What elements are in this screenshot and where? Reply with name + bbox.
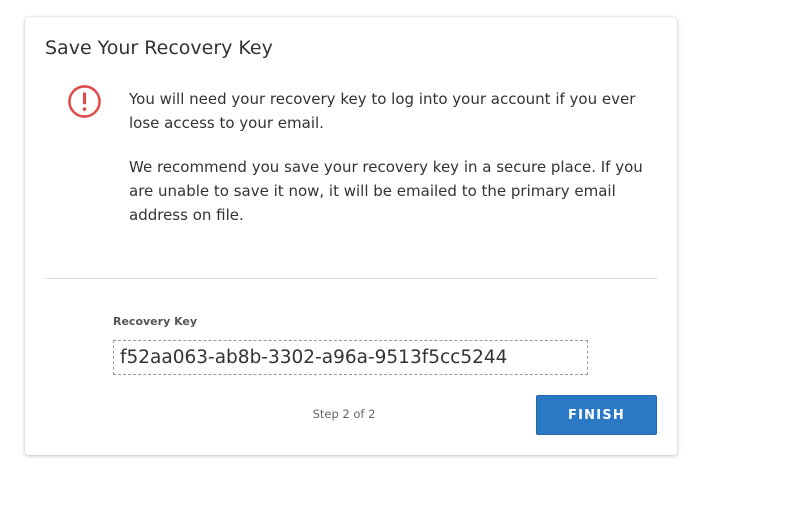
dialog-title: Save Your Recovery Key — [45, 37, 273, 59]
divider — [45, 278, 657, 279]
warning-message: You will need your recovery key to log i… — [129, 90, 636, 132]
alert-circle-icon — [68, 85, 101, 118]
recovery-key-field[interactable] — [113, 340, 588, 375]
finish-button[interactable]: FINISH — [536, 395, 657, 435]
recommendation-message: We recommend you save your recovery key … — [129, 158, 643, 224]
recovery-key-label: Recovery Key — [113, 315, 198, 328]
recovery-key-dialog: Save Your Recovery Key You will need you… — [25, 17, 677, 455]
